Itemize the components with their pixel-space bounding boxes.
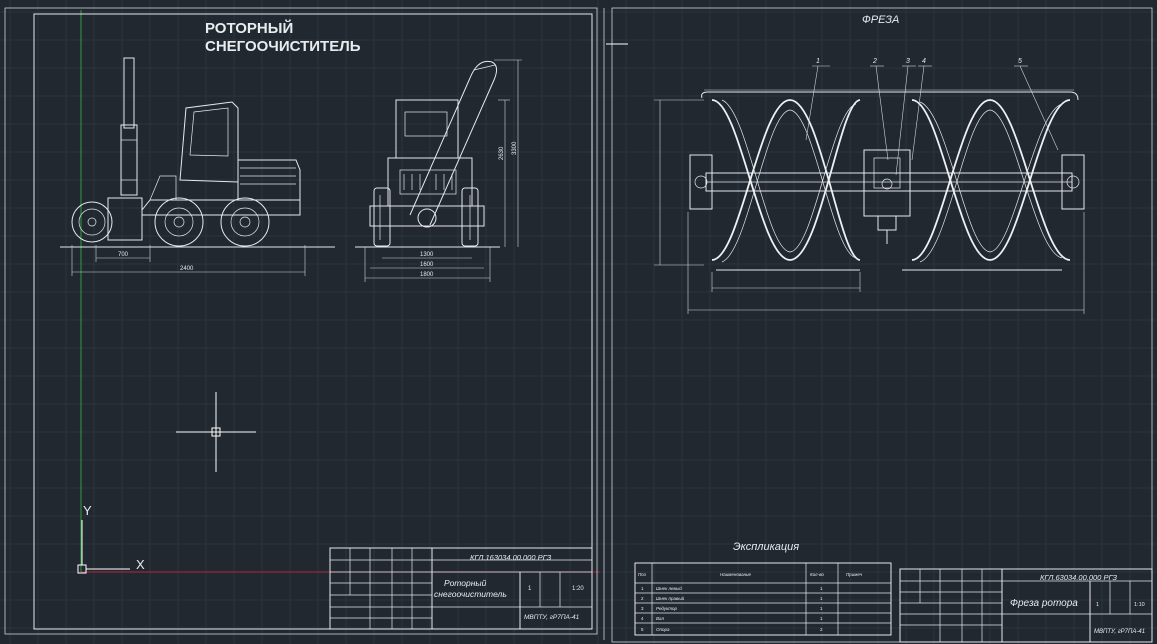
left-block-scale: 1:20	[572, 586, 584, 592]
left-block-org: МВПТУ, гР7ПА-41	[524, 614, 580, 621]
explication-row-pos: 4	[641, 616, 644, 621]
dim-front-width-b: 1800	[420, 272, 434, 278]
background-grid	[0, 0, 1157, 644]
left-block-name-line1: Роторный	[444, 578, 487, 588]
cad-drawing-canvas[interactable]: РОТОРНЫЙ СНЕГООЧИСТИТЕЛЬ 700 2400 1300 1…	[0, 0, 1157, 644]
dim-front-height-a: 2630	[499, 146, 505, 160]
dim-front-track: 1300	[420, 252, 434, 258]
explication-header-note: Примеч	[846, 572, 863, 577]
explication-row-qty: 1	[820, 606, 823, 611]
explication-header-qty: Кол-во	[810, 572, 824, 577]
explication-row-qty: 1	[820, 586, 823, 591]
sheet-right-border	[611, 7, 1153, 643]
dim-front-height-b: 3300	[512, 141, 518, 155]
callout-3: 3	[906, 58, 910, 65]
ucs-x-label: X	[136, 557, 145, 572]
callout-5: 5	[1018, 58, 1022, 65]
dim-side-offset: 700	[118, 252, 129, 258]
explication-row-name: Вал	[656, 616, 664, 621]
left-block-sheet: 1	[528, 586, 532, 592]
right-block-name: Фреза ротора	[1010, 598, 1078, 609]
explication-header-name: Наименование	[720, 572, 752, 577]
explication-row-pos: 3	[641, 606, 644, 611]
explication-title: Экспликация	[733, 541, 799, 553]
right-block-scale: 1:10	[1134, 602, 1145, 608]
front-view-drawing	[355, 59, 522, 282]
callout-2: 2	[872, 58, 877, 65]
explication-row-name: Опора	[656, 627, 670, 632]
right-drawing-code: КГЛ.63034.00.000 РГЗ	[1040, 573, 1117, 582]
left-title-line1: РОТОРНЫЙ	[205, 19, 293, 37]
explication-row-name: Редуктор	[656, 606, 677, 611]
explication-row-pos: 1	[641, 586, 644, 591]
sheet-left-frame	[33, 13, 593, 630]
explication-header-pos: Поз	[638, 572, 646, 577]
right-block-org: МВПТУ, гР7ПА-41	[1094, 629, 1145, 635]
explication-row-name: Шнек левый	[656, 585, 682, 591]
ucs-y-label: Y	[83, 503, 92, 518]
callout-4: 4	[922, 58, 926, 65]
right-title: ФРЕЗА	[862, 14, 899, 26]
callout-1: 1	[816, 58, 820, 65]
dim-front-width-a: 1600	[420, 262, 434, 268]
side-view-drawing	[60, 57, 335, 276]
right-block-sheet: 1	[1096, 602, 1099, 608]
explication-row-qty: 1	[820, 616, 823, 621]
auger-drawing	[654, 65, 1085, 314]
explication-row-name: Шнек правый	[656, 595, 685, 601]
left-block-name-line2: снегоочиститель	[434, 589, 507, 599]
left-drawing-code: КГЛ.163034.00.000 РГЗ	[470, 553, 552, 562]
left-title-line2: СНЕГООЧИСТИТЕЛЬ	[205, 38, 361, 55]
dim-side-wheelbase: 2400	[180, 266, 194, 272]
